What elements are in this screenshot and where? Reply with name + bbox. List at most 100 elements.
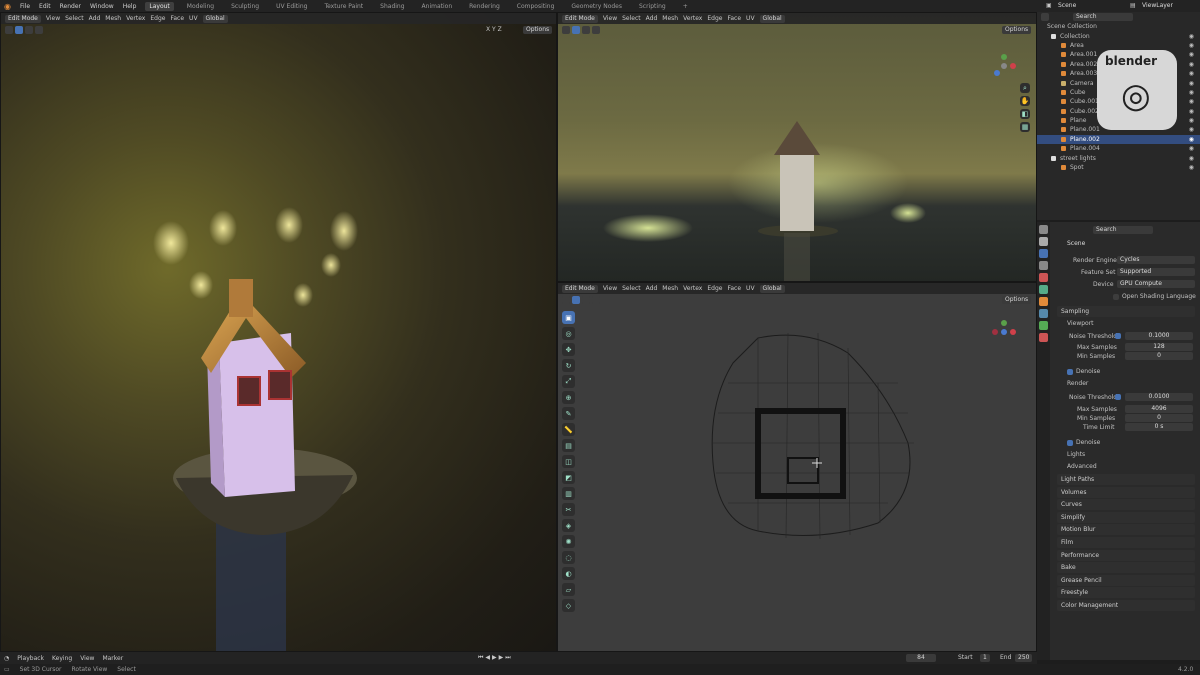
menu-render[interactable]: Render xyxy=(60,3,81,10)
menu-select[interactable]: Select xyxy=(65,15,84,22)
display-mode-icon[interactable] xyxy=(1041,13,1049,21)
vertex-select-icon[interactable] xyxy=(15,26,23,34)
menu-uv[interactable]: UV xyxy=(746,15,755,22)
panel-color-management[interactable]: Color Management xyxy=(1057,600,1195,611)
face-select-icon[interactable] xyxy=(35,26,43,34)
navigation-gizmo[interactable] xyxy=(991,53,1017,79)
tab-rendering[interactable]: Rendering xyxy=(465,2,504,11)
blender-logo-icon[interactable]: ◉ xyxy=(4,2,11,11)
render-tab-icon[interactable] xyxy=(1039,237,1048,246)
menu-edge[interactable]: Edge xyxy=(150,15,165,22)
tab-compositing[interactable]: Compositing xyxy=(513,2,559,11)
panel-performance[interactable]: Performance xyxy=(1057,549,1195,561)
panel-volumes[interactable]: Volumes xyxy=(1057,486,1195,498)
osl-checkbox[interactable]: Open Shading Language xyxy=(1113,293,1196,300)
camera-icon[interactable]: ◧ xyxy=(1020,109,1030,119)
render-subpanel[interactable]: Render xyxy=(1067,380,1088,387)
menu-vertex[interactable]: Vertex xyxy=(683,15,702,22)
select-box-icon[interactable] xyxy=(5,26,13,34)
device-select[interactable]: GPU Compute xyxy=(1117,280,1195,288)
modifier-tab-icon[interactable] xyxy=(1039,309,1048,318)
panel-film[interactable]: Film xyxy=(1057,537,1195,548)
ortho-icon[interactable]: ▦ xyxy=(1020,122,1030,132)
axes-toggle[interactable]: X Y Z xyxy=(486,26,502,33)
viewport-edit-mesh[interactable]: Edit Mode View Select Add Mesh Vertex Ed… xyxy=(557,282,1037,652)
render-max-field[interactable]: 4096 xyxy=(1125,405,1193,413)
menu-mesh[interactable]: Mesh xyxy=(105,15,121,22)
visibility-eye-icon[interactable]: ◉ xyxy=(1189,42,1194,49)
visibility-eye-icon[interactable]: ◉ xyxy=(1189,145,1194,152)
data-tab-icon[interactable] xyxy=(1039,321,1048,330)
panel-curves[interactable]: Curves xyxy=(1057,499,1195,511)
visibility-eye-icon[interactable]: ◉ xyxy=(1189,70,1194,77)
panel-simplify[interactable]: Simplify xyxy=(1057,511,1195,523)
output-tab-icon[interactable] xyxy=(1039,249,1048,258)
object-tab-icon[interactable] xyxy=(1039,297,1048,306)
render-denoise-checkbox[interactable]: Denoise xyxy=(1067,439,1100,446)
add-workspace-button[interactable]: + xyxy=(679,2,692,11)
tab-animation[interactable]: Animation xyxy=(418,2,457,11)
menu-uv[interactable]: UV xyxy=(189,15,198,22)
feature-set-select[interactable]: Supported xyxy=(1117,268,1195,276)
outliner-item-area[interactable]: Area ◉ xyxy=(1037,41,1200,50)
material-tab-icon[interactable] xyxy=(1039,333,1048,342)
outliner-search[interactable]: Search xyxy=(1073,13,1133,21)
menu-vertex[interactable]: Vertex xyxy=(126,15,145,22)
sampling-panel[interactable]: Sampling xyxy=(1057,306,1195,317)
menu-mesh[interactable]: Mesh xyxy=(662,15,678,22)
options-button[interactable]: Options xyxy=(523,26,553,34)
visibility-eye-icon[interactable]: ◉ xyxy=(1189,108,1194,115)
playback-controls-icon[interactable]: ⏮◀▶▶⏭ xyxy=(478,654,513,662)
current-frame[interactable]: 84 xyxy=(906,654,936,662)
props-search-field[interactable]: Search xyxy=(1093,226,1153,234)
panel-freestyle[interactable]: Freestyle xyxy=(1057,587,1195,599)
menu-playback[interactable]: Playback xyxy=(17,655,44,662)
render-engine-select[interactable]: Cycles xyxy=(1117,256,1195,264)
menu-window[interactable]: Window xyxy=(90,3,114,10)
menu-keying[interactable]: Keying xyxy=(52,655,72,662)
visibility-eye-icon[interactable]: ◉ xyxy=(1189,89,1194,96)
select-box-icon[interactable] xyxy=(562,26,570,34)
advanced-subpanel[interactable]: Advanced xyxy=(1067,463,1097,470)
viewport-subpanel[interactable]: Viewport xyxy=(1067,320,1094,327)
face-select-icon[interactable] xyxy=(592,26,600,34)
props-search[interactable]: Search xyxy=(1093,226,1153,234)
viewport-denoise-checkbox[interactable]: Denoise xyxy=(1067,368,1100,375)
outliner-item-plane-002[interactable]: Plane.002 ◉ xyxy=(1037,134,1200,145)
mode-selector[interactable]: Edit Mode xyxy=(5,14,41,23)
menu-add[interactable]: Add xyxy=(646,15,658,22)
checkbox-icon[interactable] xyxy=(1067,439,1073,446)
scene-tab-icon[interactable] xyxy=(1039,273,1048,282)
visibility-eye-icon[interactable]: ◉ xyxy=(1189,61,1194,68)
viewport-min-field[interactable]: 0 xyxy=(1125,352,1193,360)
viewport-rendered-left[interactable]: Edit Mode View Select Add Mesh Vertex Ed… xyxy=(0,12,557,652)
lights-subpanel[interactable]: Lights xyxy=(1067,451,1085,458)
panel-grease-pencil[interactable]: Grease Pencil xyxy=(1057,574,1195,586)
menu-marker[interactable]: Marker xyxy=(102,655,123,662)
render-noise-field[interactable]: 0.0100 xyxy=(1125,393,1193,401)
visibility-eye-icon[interactable]: ◉ xyxy=(1189,155,1194,162)
outliner-item-street-lights[interactable]: street lights ◉ xyxy=(1037,153,1200,162)
time-limit-field[interactable]: 0 s xyxy=(1125,423,1193,431)
visibility-eye-icon[interactable]: ◉ xyxy=(1189,136,1194,143)
tool-tab-icon[interactable] xyxy=(1039,225,1048,234)
tab-sculpting[interactable]: Sculpting xyxy=(227,2,263,11)
transform-orientation[interactable]: Global xyxy=(202,14,228,23)
view-layer-tab-icon[interactable] xyxy=(1039,261,1048,270)
viewport-noise-field[interactable]: 0.1000 xyxy=(1125,332,1193,340)
panel-motion-blur[interactable]: Motion Blur xyxy=(1057,524,1195,536)
visibility-eye-icon[interactable]: ◉ xyxy=(1189,51,1194,58)
navigation-gizmo[interactable] xyxy=(991,319,1017,345)
tab-layout[interactable]: Layout xyxy=(145,1,174,11)
menu-timeline-view[interactable]: View xyxy=(80,655,94,662)
menu-file[interactable]: File xyxy=(20,3,30,10)
tab-texture-paint[interactable]: Texture Paint xyxy=(320,2,367,11)
end-field[interactable]: 250 xyxy=(1015,654,1033,662)
visibility-eye-icon[interactable]: ◉ xyxy=(1189,33,1194,40)
world-tab-icon[interactable] xyxy=(1039,285,1048,294)
start-field[interactable]: 1 xyxy=(980,654,990,662)
menu-view[interactable]: View xyxy=(603,15,617,22)
hand-icon[interactable]: ✋ xyxy=(1020,96,1030,106)
menu-face[interactable]: Face xyxy=(727,15,741,22)
menu-add[interactable]: Add xyxy=(89,15,101,22)
